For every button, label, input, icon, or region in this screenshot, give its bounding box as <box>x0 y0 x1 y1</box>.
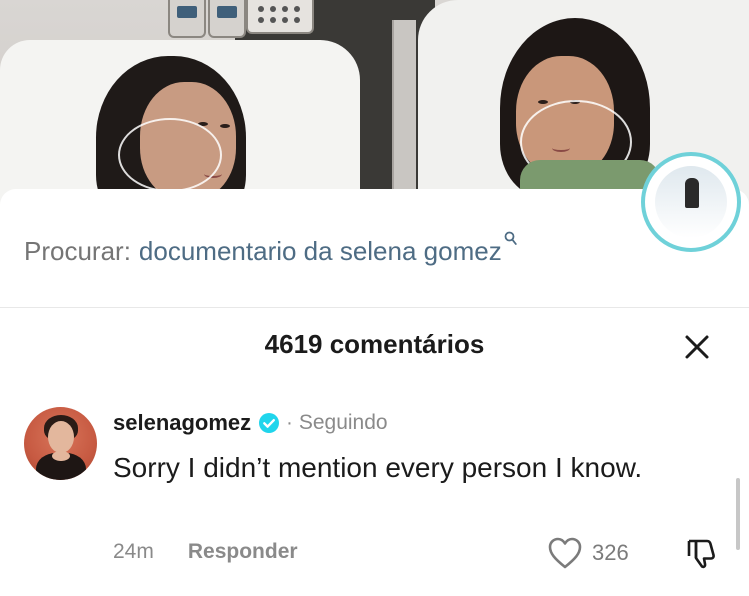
video-background <box>0 0 749 205</box>
thumbs-down-icon[interactable] <box>685 536 719 570</box>
search-icon <box>504 222 517 253</box>
separator-dot: · <box>286 411 293 434</box>
scrollbar[interactable] <box>736 478 740 550</box>
avatar[interactable] <box>24 407 97 480</box>
verified-icon <box>259 413 280 433</box>
search-prefix: Procurar: <box>24 235 131 266</box>
bed-rail <box>392 20 416 205</box>
like-count: 326 <box>592 540 629 565</box>
heart-icon[interactable] <box>547 536 583 570</box>
comment-text: Sorry I didn’t mention every person I kn… <box>113 452 643 483</box>
follow-status: Seguindo <box>298 411 388 434</box>
search-suggestion[interactable]: Procurar: documentario da selena gomez <box>24 231 517 268</box>
comment-timestamp: 24m <box>113 540 154 563</box>
medical-monitor <box>168 0 206 38</box>
keypad-device <box>246 0 314 34</box>
medical-monitor <box>208 0 246 38</box>
comment-meta: 24m Responder <box>113 540 298 564</box>
comments-count-title: 4619 comentários <box>264 329 485 359</box>
search-query: documentario da selena gomez <box>138 235 502 266</box>
comment-username[interactable]: selenagomez <box>113 410 251 436</box>
close-icon[interactable] <box>681 331 713 363</box>
comment-header: selenagomez · Seguindo <box>113 410 388 436</box>
video-avatar-icon[interactable] <box>641 152 741 252</box>
divider <box>0 307 749 308</box>
oxygen-tube <box>118 118 222 192</box>
reply-button[interactable]: Responder <box>188 540 298 564</box>
